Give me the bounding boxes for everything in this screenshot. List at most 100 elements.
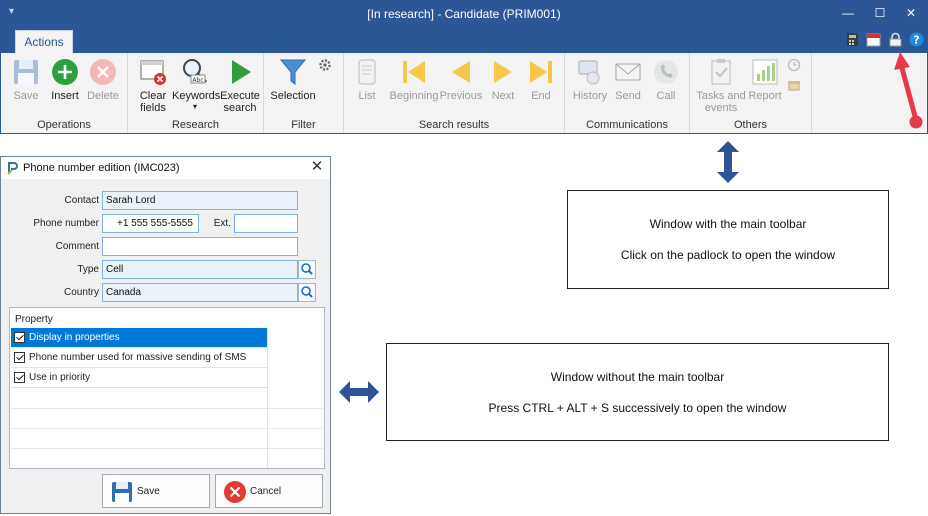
phone-label: Phone number (33, 218, 99, 229)
calendar-icon[interactable] (866, 32, 881, 47)
execute-label-2: search (223, 102, 257, 114)
vertical-double-arrow (717, 141, 739, 183)
contact-field[interactable]: Sarah Lord (102, 191, 298, 210)
ext-field[interactable] (234, 214, 298, 233)
contact-label: Contact (64, 195, 99, 206)
note-bottom-line-2: Press CTRL + ALT + S successively to ope… (488, 401, 787, 415)
delete-label: Delete (87, 90, 119, 102)
horizontal-double-arrow (339, 381, 379, 403)
tasks-label-2: events (704, 102, 738, 114)
property-row[interactable]: Display in properties (11, 328, 267, 348)
envelope-icon (615, 63, 641, 81)
scroll-list-icon (358, 59, 376, 85)
floppy-disk-icon (14, 60, 38, 84)
last-icon (530, 61, 552, 83)
property-row[interactable]: Use in priority (11, 368, 267, 388)
keywords-magnifier-icon: Abc (183, 59, 208, 84)
group-others-label: Others (733, 119, 767, 131)
beginning-button[interactable]: Beginning (388, 57, 440, 102)
keywords-button[interactable]: Abc Keywords ▾ (172, 57, 220, 113)
phone-icon (654, 60, 678, 84)
plus-circle-icon (52, 59, 78, 85)
checkbox-checked[interactable] (14, 352, 25, 363)
gear-icon[interactable] (318, 58, 332, 72)
selection-label: Selection (270, 90, 316, 102)
property-grid: Property Display in properties Phone num… (9, 307, 325, 469)
report-button[interactable]: Report (742, 57, 788, 102)
comment-label: Comment (55, 241, 99, 252)
property-header: Property (15, 314, 53, 325)
keywords-dropdown-icon[interactable]: ▾ (172, 101, 218, 113)
list-button[interactable]: List (344, 57, 390, 102)
property-row-label: Use in priority (29, 372, 91, 383)
group-filter: Selection Filter (264, 53, 344, 133)
comment-field[interactable] (102, 237, 298, 256)
note-bottom-line-1: Window without the main toolbar (550, 370, 725, 384)
tab-actions[interactable]: Actions (15, 30, 73, 53)
selection-button[interactable]: Selection (268, 57, 318, 102)
type-field[interactable]: Cell (102, 260, 298, 279)
tasks-label-1: Tasks and (696, 90, 746, 102)
history-chat-icon (578, 60, 600, 85)
call-button[interactable]: Call (643, 57, 689, 102)
first-icon (403, 61, 425, 83)
grid-line (11, 408, 323, 409)
app-logo-icon (7, 162, 18, 175)
delete-circle-icon (90, 59, 116, 85)
execute-search-button[interactable]: Execute search (217, 57, 263, 114)
clear-fields-label-1: Clear (139, 90, 167, 102)
grid-line (11, 448, 323, 449)
ext-label: Ext. (213, 218, 231, 229)
clipboard-icon (711, 59, 731, 85)
group-operations-label: Operations (37, 119, 91, 131)
type-label: Type (77, 264, 99, 275)
red-pointer-arrow (894, 52, 923, 129)
checkbox-checked[interactable] (14, 372, 25, 383)
group-research-label: Research (171, 119, 220, 131)
floppy-disk-icon (112, 482, 132, 502)
tab-strip: Actions ? (1, 27, 927, 53)
property-row[interactable]: Phone number used for massive sending of… (11, 348, 267, 368)
dialog-cancel-button[interactable]: Cancel (215, 474, 323, 508)
country-label: Country (63, 287, 99, 298)
note-without-toolbar: Window without the main toolbar Press CT… (386, 343, 889, 441)
country-field[interactable]: Canada (102, 283, 298, 302)
dialog-save-label: Save (137, 486, 160, 497)
note-top-line-1: Window with the main toolbar (649, 217, 807, 231)
phone-number-dialog: Phone number edition (IMC023) ✕ Contact … (0, 156, 331, 514)
dialog-save-button[interactable]: Save (102, 474, 210, 508)
tasks-events-button[interactable]: Tasks and events (696, 57, 746, 114)
calculator-icon[interactable] (845, 32, 860, 47)
ribbon: Save Insert Delete Operations Clear fiel… (1, 53, 927, 133)
archive-box-icon[interactable] (787, 78, 801, 92)
note-top-line-2: Click on the padlock to open the window (620, 248, 836, 262)
magnifier-icon (301, 263, 313, 275)
clear-fields-button[interactable]: Clear fields (130, 57, 176, 114)
grid-line (11, 428, 323, 429)
magnifier-icon (301, 286, 313, 298)
list-label: List (358, 90, 376, 102)
clear-fields-icon (140, 60, 166, 85)
end-button[interactable]: End (518, 57, 564, 102)
execute-label-1: Execute (220, 90, 260, 102)
report-chart-icon (752, 59, 778, 85)
country-lookup-button[interactable] (298, 283, 316, 302)
dialog-close-button[interactable]: ✕ (308, 158, 326, 176)
previous-button[interactable]: Previous (438, 57, 484, 102)
clear-fields-label-2: fields (140, 102, 166, 114)
clock-icon[interactable] (787, 58, 801, 72)
note-with-toolbar: Window with the main toolbar Click on th… (567, 190, 889, 289)
close-button[interactable]: ✕ (899, 4, 923, 22)
type-lookup-button[interactable] (298, 260, 316, 279)
delete-button[interactable]: Delete (80, 57, 126, 102)
minimize-button[interactable]: — (836, 4, 860, 22)
maximize-button[interactable]: ☐ (868, 4, 892, 22)
property-row-label: Phone number used for massive sending of… (29, 352, 247, 363)
checkbox-checked[interactable] (14, 332, 25, 343)
group-research: Clear fields Abc Keywords ▾ Execute sear… (128, 53, 264, 133)
dialog-title: Phone number edition (IMC023) (23, 162, 180, 174)
svg-text:Abc: Abc (192, 77, 203, 84)
beginning-label: Beginning (389, 90, 439, 102)
dialog-cancel-label: Cancel (250, 486, 282, 497)
group-search-results: List Beginning Previous Next End Search … (344, 53, 565, 133)
